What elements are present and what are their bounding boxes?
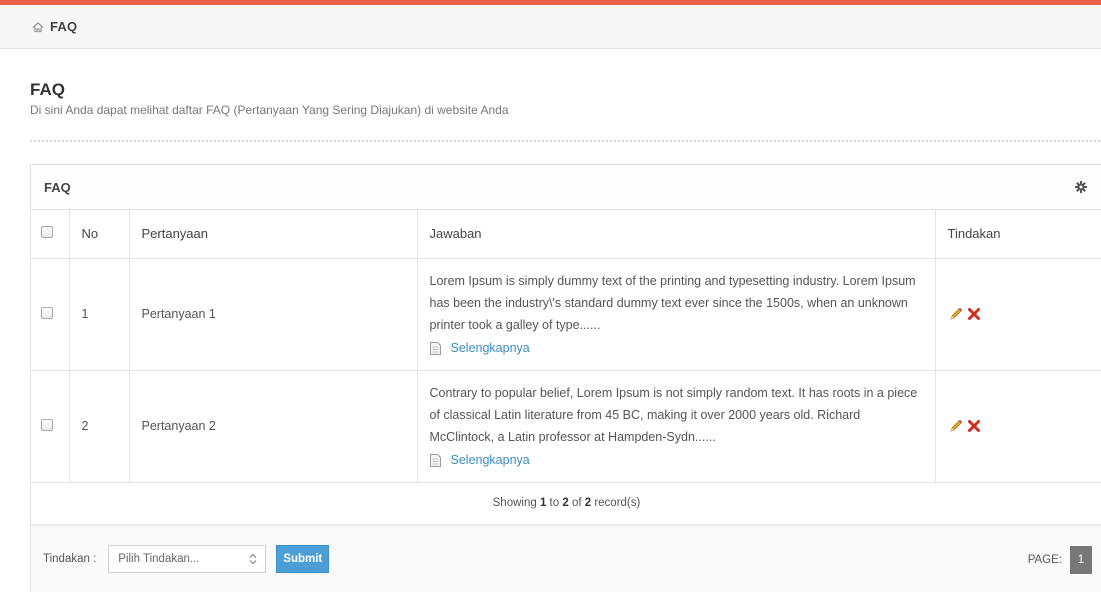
row-checkbox[interactable] xyxy=(41,418,53,431)
table-row: 1 Pertanyaan 1 Lorem Ipsum is simply dum… xyxy=(31,258,1101,371)
table-header-row: No Pertanyaan Jawaban Tindakan xyxy=(31,210,1101,259)
column-header-question[interactable]: Pertanyaan xyxy=(129,210,418,259)
column-header-no[interactable]: No xyxy=(69,210,130,259)
panel-title: FAQ xyxy=(44,179,71,195)
up-down-arrows-icon xyxy=(249,553,257,565)
header-divider xyxy=(30,140,1100,142)
column-header-action: Tindakan xyxy=(935,210,1101,259)
table-info-row: Showing 1 to 2 of 2 record(s) xyxy=(31,482,1101,525)
breadcrumb: FAQ xyxy=(0,5,1101,49)
edit-pencil-icon[interactable] xyxy=(948,418,964,434)
read-more-link[interactable]: Selengkapnya xyxy=(429,450,923,470)
select-value: Pilih Tindakan... xyxy=(118,553,200,565)
edit-pencil-icon[interactable] xyxy=(948,306,964,322)
page-header: FAQ Di sini Anda dapat melihat daftar FA… xyxy=(30,80,1100,117)
row-answer: Lorem Ipsum is simply dummy text of the … xyxy=(429,274,916,332)
bulk-action-bar: Tindakan : Pilih Tindakan... Submit PAGE… xyxy=(31,524,1101,592)
delete-x-icon[interactable] xyxy=(966,306,982,322)
page-button-1[interactable]: 1 xyxy=(1070,546,1092,574)
faq-panel: FAQ No Pertanyaan Jawaban Tindakan 1 Per… xyxy=(30,164,1101,592)
row-answer-cell: Contrary to popular belief, Lorem Ipsum … xyxy=(417,370,936,483)
bulk-action-label: Tindakan : xyxy=(43,553,97,565)
header-checkbox-cell xyxy=(31,210,70,259)
page-label: PAGE: xyxy=(1027,554,1062,566)
row-no: 2 xyxy=(69,370,130,483)
table-row: 2 Pertanyaan 2 Contrary to popular belie… xyxy=(31,370,1101,483)
row-no: 1 xyxy=(69,258,130,371)
read-more-label[interactable]: Selengkapnya xyxy=(451,338,530,358)
panel-header: FAQ xyxy=(31,165,1101,210)
delete-x-icon[interactable] xyxy=(966,418,982,434)
row-answer: Contrary to popular belief, Lorem Ipsum … xyxy=(429,386,918,444)
row-checkbox[interactable] xyxy=(41,306,53,319)
faq-table: No Pertanyaan Jawaban Tindakan 1 Pertany… xyxy=(31,210,1101,525)
record-count-info: Showing 1 to 2 of 2 record(s) xyxy=(31,482,1101,525)
column-header-answer[interactable]: Jawaban xyxy=(417,210,936,259)
document-icon xyxy=(429,453,441,467)
row-actions-cell xyxy=(935,258,1101,371)
gear-icon[interactable] xyxy=(1075,181,1087,193)
row-actions-cell xyxy=(935,370,1101,483)
read-more-link[interactable]: Selengkapnya xyxy=(429,338,923,358)
select-all-checkbox[interactable] xyxy=(41,226,53,239)
read-more-label[interactable]: Selengkapnya xyxy=(451,450,530,470)
pagination: PAGE: 1 xyxy=(1028,546,1092,574)
document-icon xyxy=(429,341,441,355)
breadcrumb-current[interactable]: FAQ xyxy=(50,19,77,34)
row-answer-cell: Lorem Ipsum is simply dummy text of the … xyxy=(417,258,936,371)
bulk-action-select[interactable]: Pilih Tindakan... xyxy=(108,545,267,573)
submit-button[interactable]: Submit xyxy=(276,545,330,573)
home-icon[interactable] xyxy=(32,21,44,33)
row-question: Pertanyaan 2 xyxy=(129,370,418,483)
row-question: Pertanyaan 1 xyxy=(129,258,418,371)
row-checkbox-cell xyxy=(31,258,70,371)
row-checkbox-cell xyxy=(31,370,70,483)
page-title: FAQ xyxy=(30,80,65,99)
page-subtitle: Di sini Anda dapat melihat daftar FAQ (P… xyxy=(30,103,509,117)
